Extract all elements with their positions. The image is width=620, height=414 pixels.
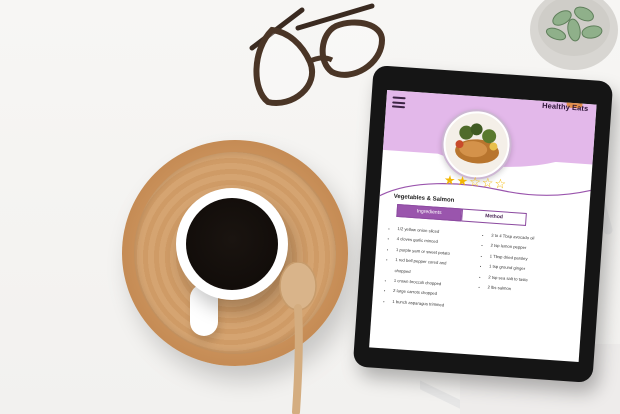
- star-icon[interactable]: ★: [443, 172, 456, 188]
- star-icon[interactable]: ★: [456, 173, 469, 189]
- eyeglasses: [249, 3, 386, 106]
- tablet: Healthy Eats ★ ★ ☆ ☆ ☆ Vegetables & Salm…: [352, 64, 614, 384]
- coffee: [186, 198, 278, 290]
- ingredients-list-right: 3 to 4 Tbsp avocado oil 2 tsp lemon pepp…: [479, 230, 534, 296]
- star-icon[interactable]: ☆: [494, 176, 507, 192]
- wooden-spoon: [279, 262, 317, 414]
- tab-method[interactable]: Method: [461, 208, 527, 227]
- menu-icon[interactable]: [391, 96, 406, 109]
- recipe-tabs: Ingredients Method: [396, 203, 527, 227]
- star-icon[interactable]: ☆: [481, 175, 494, 191]
- tab-ingredients[interactable]: Ingredients: [396, 203, 463, 222]
- potted-plant: [530, 0, 618, 70]
- star-icon[interactable]: ☆: [469, 174, 482, 190]
- tablet-screen: Healthy Eats ★ ★ ☆ ☆ ☆ Vegetables & Salm…: [369, 89, 597, 363]
- ingredients-list-left: 1/2 yellow onion sliced 4 cloves garlic …: [384, 223, 452, 310]
